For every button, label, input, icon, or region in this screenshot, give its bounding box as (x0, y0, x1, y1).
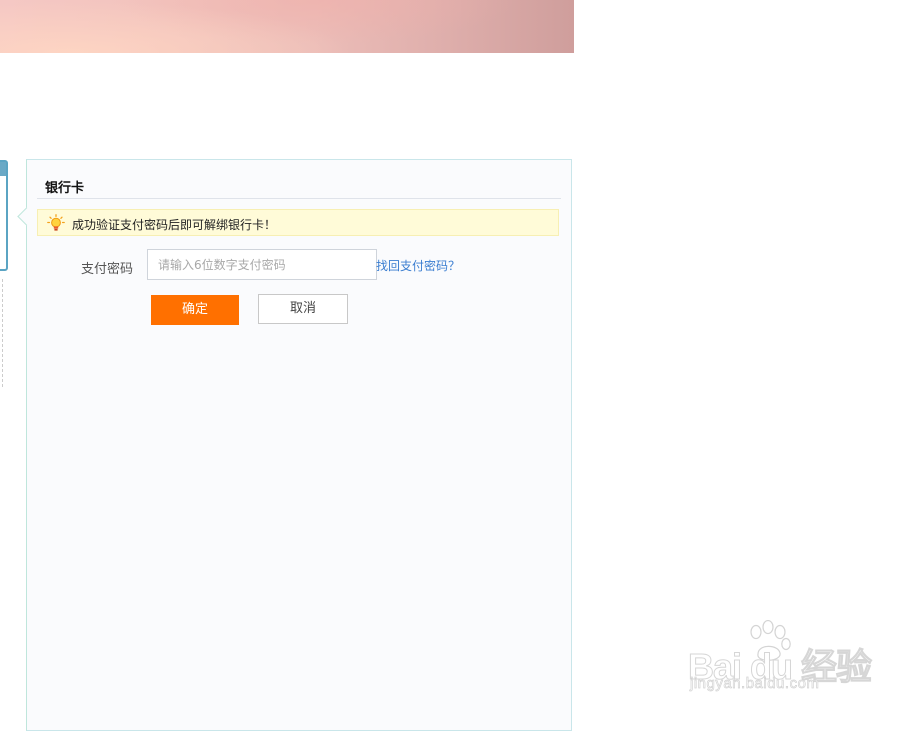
side-nav-tab[interactable] (0, 160, 8, 271)
panel-pointer (17, 207, 36, 226)
header-banner (0, 0, 574, 53)
title-divider (37, 198, 561, 199)
bank-card-panel: 银行卡 成功验证支付密码后即可解绑银行卡！ 支付密码 找回支付密码？ 确定 取消 (17, 159, 572, 731)
lightbulb-icon (47, 214, 65, 231)
forgot-password-link[interactable]: 找回支付密码？ (376, 257, 460, 274)
password-label: 支付密码 (81, 262, 134, 277)
notice-banner: 成功验证支付密码后即可解绑银行卡！ (37, 209, 559, 236)
watermark-url: jingyan.baidu.com (690, 675, 820, 693)
notice-text: 成功验证支付密码后即可解绑银行卡！ (72, 218, 277, 232)
baidu-jingyan-watermark: Bai du 经验 jingyan.baidu.com (687, 620, 873, 696)
panel-title: 银行卡 (45, 181, 85, 196)
side-nav-divider (2, 279, 3, 387)
payment-password-input[interactable] (147, 249, 377, 280)
confirm-button[interactable]: 确定 (151, 295, 239, 325)
cancel-button[interactable]: 取消 (258, 294, 348, 324)
